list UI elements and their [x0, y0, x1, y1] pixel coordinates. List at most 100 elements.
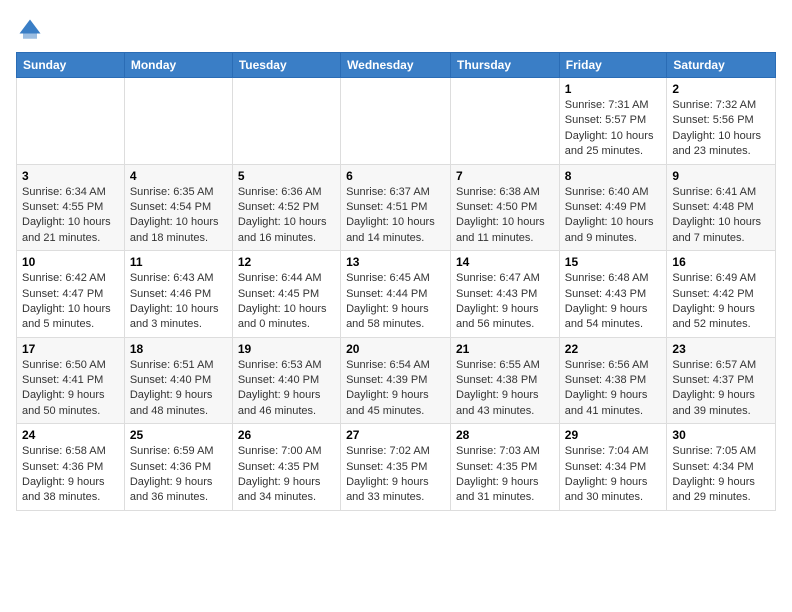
calendar-cell: 15 Sunrise: 6:48 AM Sunset: 4:43 PM Dayli… — [559, 251, 667, 338]
day-info: Sunrise: 6:34 AM Sunset: 4:55 PM Dayligh… — [22, 185, 119, 247]
calendar-cell: 8 Sunrise: 6:40 AM Sunset: 4:49 PM Daylig… — [559, 164, 667, 251]
header-day-wednesday: Wednesday — [341, 53, 451, 78]
day-info: Sunrise: 6:56 AM Sunset: 4:38 PM Dayligh… — [565, 358, 662, 420]
calendar-cell: 18 Sunrise: 6:51 AM Sunset: 4:40 PM Dayli… — [124, 337, 232, 424]
day-number: 15 — [565, 255, 662, 269]
calendar-cell: 3Sunrise: 6:34 AM Sunset: 4:55 PM Daylig… — [17, 164, 125, 251]
day-number: 28 — [456, 428, 554, 442]
day-number: 16 — [672, 255, 770, 269]
day-info: Sunrise: 7:04 AM Sunset: 4:34 PM Dayligh… — [565, 444, 662, 506]
day-number: 14 — [456, 255, 554, 269]
calendar-cell: 25 Sunrise: 6:59 AM Sunset: 4:36 PM Dayli… — [124, 424, 232, 511]
day-number: 17 — [22, 342, 119, 356]
calendar-cell: 1 Sunrise: 7:31 AM Sunset: 5:57 PM Daylig… — [559, 78, 667, 165]
day-info: Sunrise: 6:40 AM Sunset: 4:49 PM Dayligh… — [565, 185, 662, 247]
logo — [16, 16, 48, 44]
day-info: Sunrise: 6:36 AM Sunset: 4:52 PM Dayligh… — [238, 185, 335, 247]
calendar-cell: 12 Sunrise: 6:44 AM Sunset: 4:45 PM Dayli… — [232, 251, 340, 338]
day-number: 30 — [672, 428, 770, 442]
header-day-saturday: Saturday — [667, 53, 776, 78]
day-info: Sunrise: 7:03 AM Sunset: 4:35 PM Dayligh… — [456, 444, 554, 506]
day-number: 13 — [346, 255, 445, 269]
calendar: SundayMondayTuesdayWednesdayThursdayFrid… — [16, 52, 776, 511]
calendar-header-row: SundayMondayTuesdayWednesdayThursdayFrid… — [17, 53, 776, 78]
calendar-week-row: 3Sunrise: 6:34 AM Sunset: 4:55 PM Daylig… — [17, 164, 776, 251]
calendar-cell: 5 Sunrise: 6:36 AM Sunset: 4:52 PM Daylig… — [232, 164, 340, 251]
day-number: 22 — [565, 342, 662, 356]
day-info: Sunrise: 6:38 AM Sunset: 4:50 PM Dayligh… — [456, 185, 554, 247]
calendar-week-row: 24Sunrise: 6:58 AM Sunset: 4:36 PM Dayli… — [17, 424, 776, 511]
day-number: 1 — [565, 82, 662, 96]
day-number: 2 — [672, 82, 770, 96]
calendar-cell: 20Sunrise: 6:54 AM Sunset: 4:39 PM Dayli… — [341, 337, 451, 424]
calendar-cell: 26Sunrise: 7:00 AM Sunset: 4:35 PM Dayli… — [232, 424, 340, 511]
day-number: 8 — [565, 169, 662, 183]
day-number: 29 — [565, 428, 662, 442]
header-day-friday: Friday — [559, 53, 667, 78]
day-info: Sunrise: 7:02 AM Sunset: 4:35 PM Dayligh… — [346, 444, 445, 506]
calendar-cell: 7 Sunrise: 6:38 AM Sunset: 4:50 PM Daylig… — [451, 164, 560, 251]
day-info: Sunrise: 6:59 AM Sunset: 4:36 PM Dayligh… — [130, 444, 227, 506]
day-number: 12 — [238, 255, 335, 269]
calendar-cell: 30 Sunrise: 7:05 AM Sunset: 4:34 PM Dayli… — [667, 424, 776, 511]
day-number: 11 — [130, 255, 227, 269]
calendar-week-row: 10 Sunrise: 6:42 AM Sunset: 4:47 PM Dayli… — [17, 251, 776, 338]
calendar-cell: 4 Sunrise: 6:35 AM Sunset: 4:54 PM Daylig… — [124, 164, 232, 251]
day-number: 27 — [346, 428, 445, 442]
day-number: 23 — [672, 342, 770, 356]
day-info: Sunrise: 6:49 AM Sunset: 4:42 PM Dayligh… — [672, 271, 770, 333]
header-day-sunday: Sunday — [17, 53, 125, 78]
calendar-cell: 24Sunrise: 6:58 AM Sunset: 4:36 PM Dayli… — [17, 424, 125, 511]
day-info: Sunrise: 7:32 AM Sunset: 5:56 PM Dayligh… — [672, 98, 770, 160]
calendar-cell — [17, 78, 125, 165]
day-info: Sunrise: 6:57 AM Sunset: 4:37 PM Dayligh… — [672, 358, 770, 420]
header — [16, 16, 776, 44]
calendar-cell: 21 Sunrise: 6:55 AM Sunset: 4:38 PM Dayli… — [451, 337, 560, 424]
day-info: Sunrise: 6:43 AM Sunset: 4:46 PM Dayligh… — [130, 271, 227, 333]
day-info: Sunrise: 6:53 AM Sunset: 4:40 PM Dayligh… — [238, 358, 335, 420]
day-info: Sunrise: 7:00 AM Sunset: 4:35 PM Dayligh… — [238, 444, 335, 506]
calendar-cell — [232, 78, 340, 165]
day-number: 6 — [346, 169, 445, 183]
day-info: Sunrise: 6:37 AM Sunset: 4:51 PM Dayligh… — [346, 185, 445, 247]
day-info: Sunrise: 6:47 AM Sunset: 4:43 PM Dayligh… — [456, 271, 554, 333]
day-number: 5 — [238, 169, 335, 183]
day-info: Sunrise: 6:44 AM Sunset: 4:45 PM Dayligh… — [238, 271, 335, 333]
calendar-cell: 16 Sunrise: 6:49 AM Sunset: 4:42 PM Dayli… — [667, 251, 776, 338]
calendar-cell: 28 Sunrise: 7:03 AM Sunset: 4:35 PM Dayli… — [451, 424, 560, 511]
day-info: Sunrise: 6:35 AM Sunset: 4:54 PM Dayligh… — [130, 185, 227, 247]
day-number: 7 — [456, 169, 554, 183]
day-number: 24 — [22, 428, 119, 442]
day-number: 18 — [130, 342, 227, 356]
day-info: Sunrise: 6:51 AM Sunset: 4:40 PM Dayligh… — [130, 358, 227, 420]
calendar-cell: 6 Sunrise: 6:37 AM Sunset: 4:51 PM Daylig… — [341, 164, 451, 251]
logo-icon — [16, 16, 44, 44]
day-info: Sunrise: 6:50 AM Sunset: 4:41 PM Dayligh… — [22, 358, 119, 420]
day-number: 25 — [130, 428, 227, 442]
calendar-cell: 2 Sunrise: 7:32 AM Sunset: 5:56 PM Daylig… — [667, 78, 776, 165]
day-info: Sunrise: 7:05 AM Sunset: 4:34 PM Dayligh… — [672, 444, 770, 506]
day-info: Sunrise: 6:55 AM Sunset: 4:38 PM Dayligh… — [456, 358, 554, 420]
day-info: Sunrise: 6:42 AM Sunset: 4:47 PM Dayligh… — [22, 271, 119, 333]
calendar-cell: 19 Sunrise: 6:53 AM Sunset: 4:40 PM Dayli… — [232, 337, 340, 424]
calendar-cell: 27 Sunrise: 7:02 AM Sunset: 4:35 PM Dayli… — [341, 424, 451, 511]
calendar-week-row: 1 Sunrise: 7:31 AM Sunset: 5:57 PM Daylig… — [17, 78, 776, 165]
day-number: 4 — [130, 169, 227, 183]
day-number: 21 — [456, 342, 554, 356]
day-info: Sunrise: 7:31 AM Sunset: 5:57 PM Dayligh… — [565, 98, 662, 160]
calendar-cell — [451, 78, 560, 165]
day-number: 9 — [672, 169, 770, 183]
calendar-cell: 17 Sunrise: 6:50 AM Sunset: 4:41 PM Dayli… — [17, 337, 125, 424]
day-info: Sunrise: 6:48 AM Sunset: 4:43 PM Dayligh… — [565, 271, 662, 333]
calendar-week-row: 17 Sunrise: 6:50 AM Sunset: 4:41 PM Dayli… — [17, 337, 776, 424]
calendar-cell: 22 Sunrise: 6:56 AM Sunset: 4:38 PM Dayli… — [559, 337, 667, 424]
day-number: 20 — [346, 342, 445, 356]
calendar-cell — [341, 78, 451, 165]
header-day-tuesday: Tuesday — [232, 53, 340, 78]
calendar-cell: 9Sunrise: 6:41 AM Sunset: 4:48 PM Daylig… — [667, 164, 776, 251]
day-number: 10 — [22, 255, 119, 269]
header-day-thursday: Thursday — [451, 53, 560, 78]
day-number: 19 — [238, 342, 335, 356]
header-day-monday: Monday — [124, 53, 232, 78]
calendar-cell: 14 Sunrise: 6:47 AM Sunset: 4:43 PM Dayli… — [451, 251, 560, 338]
